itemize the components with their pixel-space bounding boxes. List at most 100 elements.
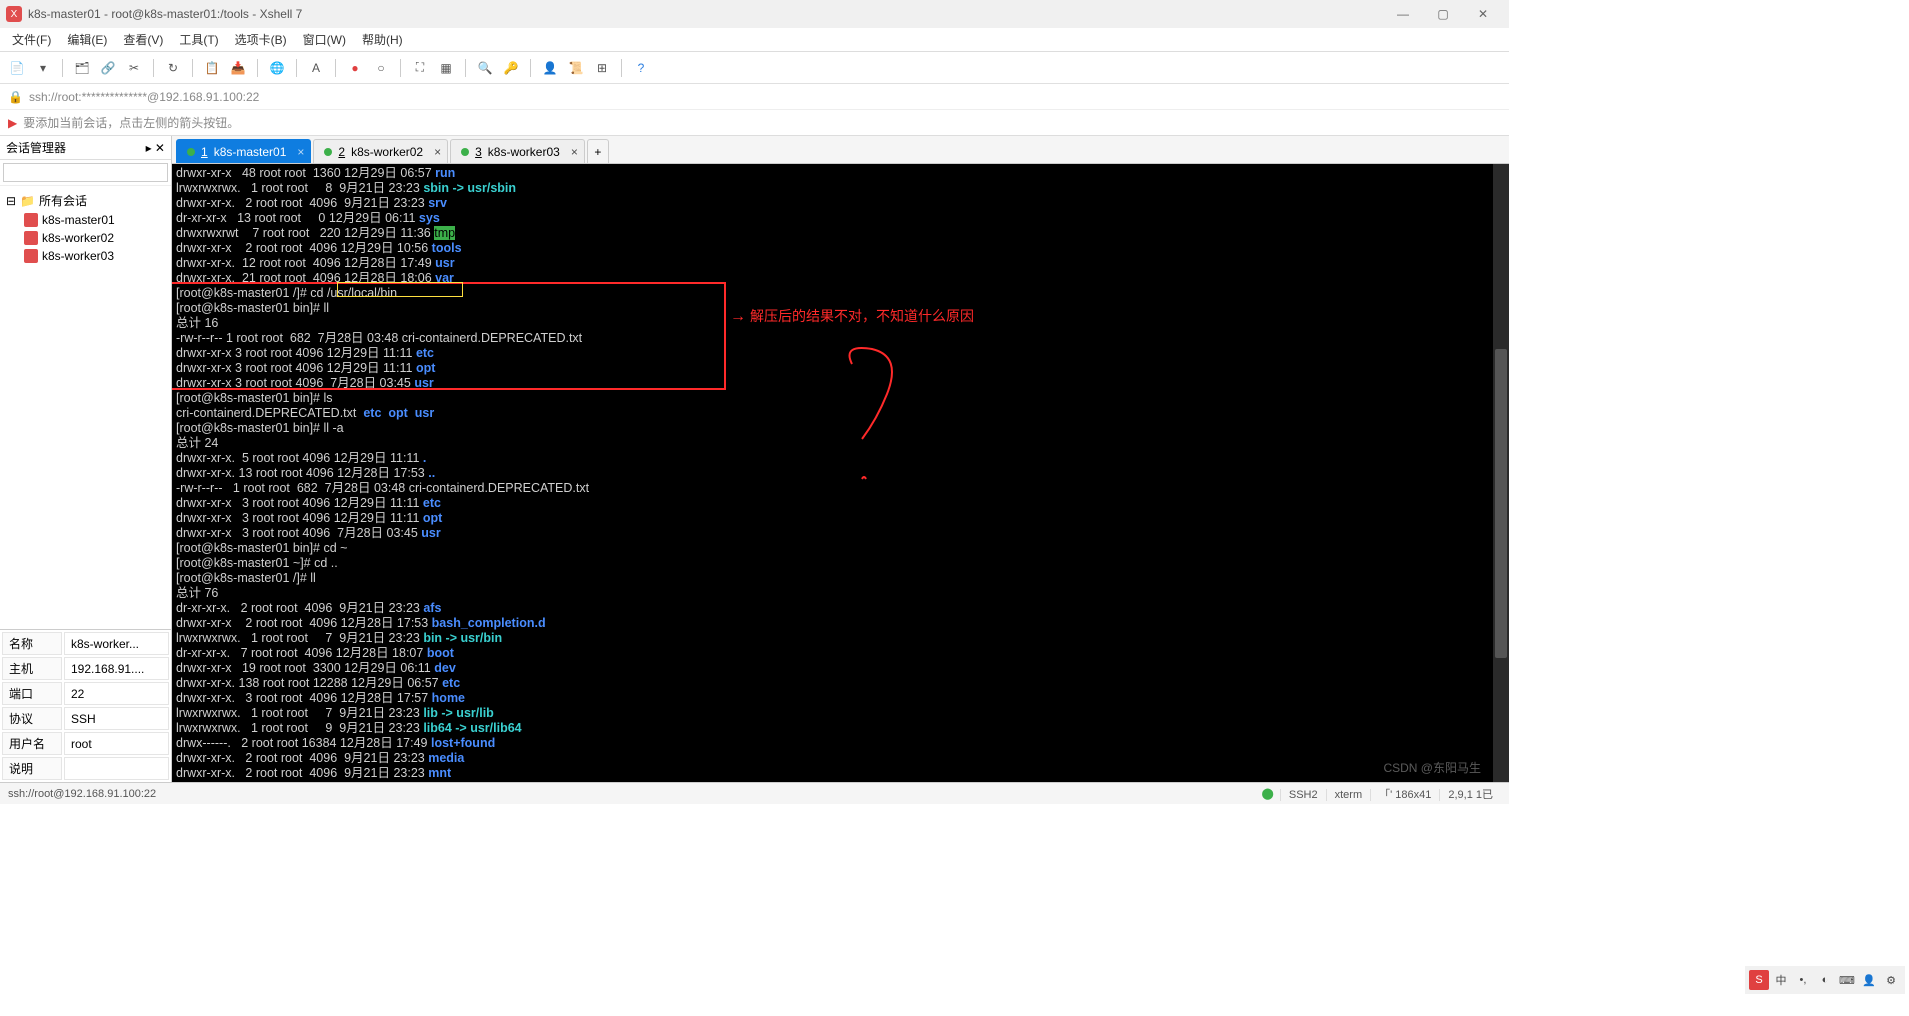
tab-close-icon[interactable]: × xyxy=(297,145,304,159)
tray-soft-icon[interactable]: ⌨ xyxy=(1837,970,1857,990)
terminal-scrollbar[interactable] xyxy=(1493,164,1509,782)
tab-label: k8s-worker03 xyxy=(488,145,560,159)
tab[interactable]: 3 k8s-worker03 × xyxy=(450,139,585,163)
dropdown-icon[interactable]: ▾ xyxy=(32,57,54,79)
terminal-line: [root@k8s-master01 bin]# cd ~ xyxy=(176,541,1505,556)
link-icon[interactable]: 🔗 xyxy=(97,57,119,79)
app-icon: X xyxy=(6,6,22,22)
menu-item[interactable]: 工具(T) xyxy=(171,27,226,52)
tray-punct-icon[interactable]: •, xyxy=(1793,970,1813,990)
maximize-button[interactable]: ▢ xyxy=(1423,0,1463,28)
terminal-line: drwxr-xr-x. 138 root root 12288 12月29日 0… xyxy=(176,676,1505,691)
tree-root[interactable]: ⊟ 📁 所有会话 xyxy=(2,190,169,211)
annotation-text: → 解压后的结果不对，不知道什么原因 xyxy=(730,309,974,324)
terminal-line: drwx------. 2 root root 16384 12月28日 17:… xyxy=(176,736,1505,751)
status-dot-icon xyxy=(461,148,469,156)
tab-close-icon[interactable]: × xyxy=(434,145,441,159)
log-icon[interactable]: 📜 xyxy=(565,57,587,79)
ime-icon[interactable]: S xyxy=(1749,970,1769,990)
copy-icon[interactable]: 📋 xyxy=(201,57,223,79)
terminal-line: drwxr-xr-x 3 root root 4096 12月29日 11:11… xyxy=(176,361,1505,376)
user-icon[interactable]: 👤 xyxy=(539,57,561,79)
red-circle-icon[interactable]: ● xyxy=(344,57,366,79)
terminal-line: drwxr-xr-x 2 root root 4096 12月29日 10:56… xyxy=(176,241,1505,256)
terminal-line: [root@k8s-master01 ~]# cd .. xyxy=(176,556,1505,571)
terminal-line: cri-containerd.DEPRECATED.txt etc opt us… xyxy=(176,406,1505,421)
terminal-line: lrwxrwxrwx. 1 root root 7 9月21日 23:23 bi… xyxy=(176,631,1505,646)
tray-gear-icon[interactable]: ⚙ xyxy=(1881,970,1901,990)
tab-close-icon[interactable]: × xyxy=(571,145,578,159)
close-button[interactable]: ✕ xyxy=(1463,0,1503,28)
terminal-line: dr-xr-xr-x. 7 root root 4096 12月28日 18:0… xyxy=(176,646,1505,661)
unlink-icon[interactable]: ✂ xyxy=(123,57,145,79)
property-row: 用户名root xyxy=(2,732,169,755)
key-icon[interactable]: 🔑 xyxy=(500,57,522,79)
tab[interactable]: 1k8s-master01× xyxy=(176,139,311,163)
menu-item[interactable]: 选项卡(B) xyxy=(227,27,295,52)
help-icon[interactable]: ? xyxy=(630,57,652,79)
address-text: ssh://root:**************@192.168.91.100… xyxy=(29,90,259,104)
terminal-line: drwxr-xr-x. 12 root root 4096 12月28日 17:… xyxy=(176,256,1505,271)
terminal-line: drwxr-xr-x. 2 root root 4096 9月21日 23:23… xyxy=(176,196,1505,211)
tree-root-label: 所有会话 xyxy=(39,192,87,209)
tray-full-icon[interactable]: ◐ xyxy=(1815,970,1835,990)
terminal-line: drwxr-xr-x. 2 root root 4096 9月21日 23:23… xyxy=(176,751,1505,766)
menu-item[interactable]: 窗口(W) xyxy=(295,27,354,52)
property-row: 说明 xyxy=(2,757,169,780)
terminal-line: drwxr-xr-x. 3 root root 4096 12月28日 17:5… xyxy=(176,691,1505,706)
tab-add-button[interactable]: + xyxy=(587,139,609,163)
menu-item[interactable]: 编辑(E) xyxy=(59,27,115,52)
terminal-line: lrwxrwxrwx. 1 root root 8 9月21日 23:23 sb… xyxy=(176,181,1505,196)
status-segment: 「' 186x41 xyxy=(1370,789,1439,801)
property-row: 协议SSH xyxy=(2,707,169,730)
prop-key: 协议 xyxy=(2,707,62,730)
globe-icon[interactable]: 🌐 xyxy=(266,57,288,79)
minimize-button[interactable]: — xyxy=(1383,0,1423,28)
expand-icon[interactable]: ⛶ xyxy=(409,57,431,79)
prop-value xyxy=(64,757,169,780)
menubar: 文件(F)编辑(E)查看(V)工具(T)选项卡(B)窗口(W)帮助(H) xyxy=(0,28,1509,52)
collapse-icon[interactable]: ⊟ xyxy=(6,194,16,208)
reconnect-icon[interactable]: ↻ xyxy=(162,57,184,79)
tray-lang-icon[interactable]: 中 xyxy=(1771,970,1791,990)
lock-icon: 🔒 xyxy=(8,90,23,104)
session-item[interactable]: k8s-master01 xyxy=(2,211,169,229)
terminal-line: [root@k8s-master01 bin]# ls xyxy=(176,391,1505,406)
tab-bar: 1k8s-master01× 2 k8s-worker02 × 3 k8s-worker0… xyxy=(172,136,1509,164)
search-icon[interactable]: 🔍 xyxy=(474,57,496,79)
terminal-line: drwxrwxrwt 7 root root 220 12月29日 11:36 … xyxy=(176,226,1505,241)
sidebar-toggle-icon[interactable]: ▸ ✕ xyxy=(146,141,165,155)
status-segment: 2,9,1 1已 xyxy=(1439,789,1501,801)
tab[interactable]: 2 k8s-worker02 × xyxy=(313,139,448,163)
address-bar[interactable]: 🔒 ssh://root:**************@192.168.91.1… xyxy=(0,84,1509,110)
tree-icon[interactable]: 🗂 xyxy=(71,57,93,79)
menu-item[interactable]: 文件(F) xyxy=(4,27,59,52)
session-item[interactable]: k8s-worker03 xyxy=(2,247,169,265)
tab-label: k8s-worker02 xyxy=(351,145,423,159)
menu-item[interactable]: 查看(V) xyxy=(115,27,171,52)
terminal-line: drwxr-xr-x 3 root root 4096 12月29日 11:11… xyxy=(176,346,1505,361)
tab-number: 3 xyxy=(475,145,482,159)
tab-number: 2 xyxy=(338,145,345,159)
grid-icon[interactable]: ▦ xyxy=(435,57,457,79)
session-label: k8s-master01 xyxy=(42,213,115,227)
sidebar-search-input[interactable] xyxy=(3,163,168,182)
menu-item[interactable]: 帮助(H) xyxy=(354,27,411,52)
terminal[interactable]: drwxr-xr-x 48 root root 1360 12月29日 06:5… xyxy=(172,164,1509,782)
layout-icon[interactable]: ⊞ xyxy=(591,57,613,79)
paste-icon[interactable]: 📥 xyxy=(227,57,249,79)
hint-bar: ▶ 要添加当前会话，点击左侧的箭头按钮。 xyxy=(0,110,1509,136)
titlebar: X k8s-master01 - root@k8s-master01:/tool… xyxy=(0,0,1509,28)
new-session-icon[interactable]: 📄 xyxy=(6,57,28,79)
tray-user-icon[interactable]: 👤 xyxy=(1859,970,1879,990)
dot-icon[interactable]: ○ xyxy=(370,57,392,79)
prop-value: k8s-worker... xyxy=(64,632,169,655)
session-icon xyxy=(24,249,38,263)
session-tree: ⊟ 📁 所有会话 k8s-master01 k8s-worker02k8s-wor… xyxy=(0,186,171,629)
font-icon[interactable]: A xyxy=(305,57,327,79)
arrow-icon: → xyxy=(730,309,746,324)
prop-key: 名称 xyxy=(2,632,62,655)
watermark: CSDN @东阳马生 xyxy=(1383,761,1481,776)
terminal-line: drwxr-xr-x. 2 root root 4096 9月21日 23:23… xyxy=(176,766,1505,781)
session-item[interactable]: k8s-worker02 xyxy=(2,229,169,247)
